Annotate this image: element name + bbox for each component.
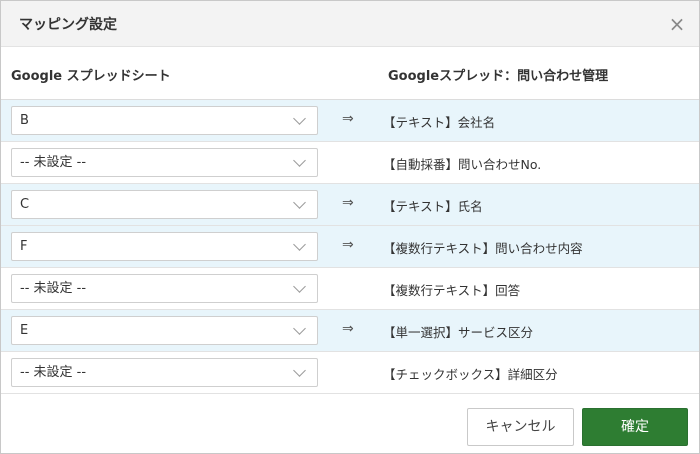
column-select[interactable]: F xyxy=(11,232,318,261)
mapping-row: -- 未設定 -- 【複数行テキスト】回答 xyxy=(1,268,699,310)
chevron-down-icon xyxy=(293,112,306,125)
column-select[interactable]: B xyxy=(11,106,318,135)
chevron-down-icon xyxy=(293,154,306,167)
column-select-value: F xyxy=(20,239,28,254)
column-select-value: B xyxy=(20,113,29,128)
column-select[interactable]: -- 未設定 -- xyxy=(11,358,318,387)
chevron-down-icon xyxy=(293,238,306,251)
column-select[interactable]: E xyxy=(11,316,318,345)
mapping-row: C ⇒ 【テキスト】氏名 xyxy=(1,184,699,226)
dialog-title: マッピング設定 xyxy=(19,16,117,33)
mapping-row: -- 未設定 -- 【チェックボックス】詳細区分 xyxy=(1,352,699,394)
mapping-arrow-icon: ⇒ xyxy=(342,195,354,211)
target-field-label: 【単一選択】サービス区分 xyxy=(383,325,534,340)
mapping-row: E ⇒ 【単一選択】サービス区分 xyxy=(1,310,699,352)
dialog-footer: キャンセル 確定 xyxy=(1,398,699,453)
column-select-value: -- 未設定 -- xyxy=(20,155,87,170)
mapping-row: F ⇒ 【複数行テキスト】問い合わせ内容 xyxy=(1,226,699,268)
mapping-arrow-icon: ⇒ xyxy=(342,237,354,253)
column-select-value: E xyxy=(20,323,29,338)
target-field-label: 【複数行テキスト】問い合わせ内容 xyxy=(383,241,583,256)
column-header: Google スプレッドシート Googleスプレッド：問い合わせ管理 xyxy=(1,47,699,100)
target-field-label: 【チェックボックス】詳細区分 xyxy=(383,367,558,382)
target-field-label: 【複数行テキスト】回答 xyxy=(383,283,521,298)
chevron-down-icon xyxy=(293,364,306,377)
column-select[interactable]: -- 未設定 -- xyxy=(11,274,318,303)
dialog-titlebar: マッピング設定 × xyxy=(1,1,699,47)
mapping-arrow-icon: ⇒ xyxy=(342,111,354,127)
chevron-down-icon xyxy=(293,322,306,335)
target-field-label: 【テキスト】氏名 xyxy=(383,199,483,214)
column-select-value: -- 未設定 -- xyxy=(20,281,87,296)
confirm-button[interactable]: 確定 xyxy=(582,408,688,446)
cancel-button[interactable]: キャンセル xyxy=(467,408,574,446)
mapping-row: B ⇒ 【テキスト】会社名 xyxy=(1,100,699,142)
chevron-down-icon xyxy=(293,280,306,293)
close-icon[interactable]: × xyxy=(667,12,687,36)
spreadsheet-column-header: Google スプレッドシート xyxy=(11,69,171,84)
column-select[interactable]: C xyxy=(11,190,318,219)
mapping-row: -- 未設定 -- 【自動採番】問い合わせNo. xyxy=(1,142,699,184)
column-select[interactable]: -- 未設定 -- xyxy=(11,148,318,177)
chevron-down-icon xyxy=(293,196,306,209)
target-column-header: Googleスプレッド：問い合わせ管理 xyxy=(388,69,609,84)
target-field-label: 【自動採番】問い合わせNo. xyxy=(383,157,542,172)
column-select-value: C xyxy=(20,197,30,212)
mapping-arrow-icon: ⇒ xyxy=(342,321,354,337)
mapping-rows: B ⇒ 【テキスト】会社名 -- 未設定 -- 【自動採番】問い合わせNo. C… xyxy=(1,100,699,394)
mapping-dialog: マッピング設定 × Google スプレッドシート Googleスプレッド：問い… xyxy=(0,0,700,454)
target-field-label: 【テキスト】会社名 xyxy=(383,115,496,130)
column-select-value: -- 未設定 -- xyxy=(20,365,87,380)
